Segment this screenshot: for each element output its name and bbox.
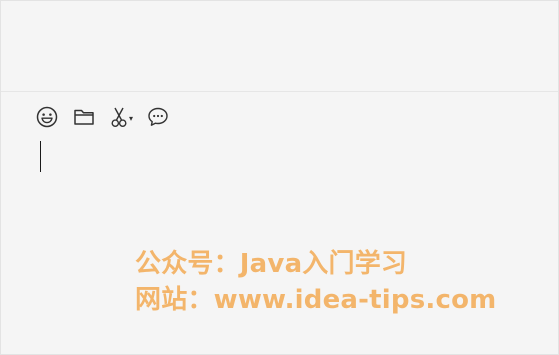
emoji-button[interactable]: [35, 105, 59, 129]
send-file-button[interactable]: [72, 105, 96, 129]
smiley-icon: [36, 106, 58, 128]
watermark-line-wechat: 公众号：Java入门学习: [135, 249, 408, 279]
scissors-icon: [111, 107, 127, 128]
screenshot-dropdown-icon[interactable]: ▾: [129, 114, 133, 123]
chat-history-button[interactable]: [146, 105, 170, 129]
text-caret: [40, 141, 41, 172]
pane-divider[interactable]: [1, 91, 558, 92]
chat-bubble-icon: [148, 107, 168, 126]
message-history-pane: [1, 1, 558, 91]
watermark-line-website: 网站：www.idea-tips.com: [135, 285, 497, 315]
folder-icon: [74, 109, 94, 125]
screenshot-button[interactable]: ▾: [109, 105, 133, 129]
watermark-text: 公众号：Java入门学习 网站：www.idea-tips.com: [135, 246, 496, 318]
input-toolbar: ▾: [35, 105, 183, 129]
chat-window: ▾ 公众号：Java入门学习 网站：www.idea-tips.com: [0, 0, 559, 355]
